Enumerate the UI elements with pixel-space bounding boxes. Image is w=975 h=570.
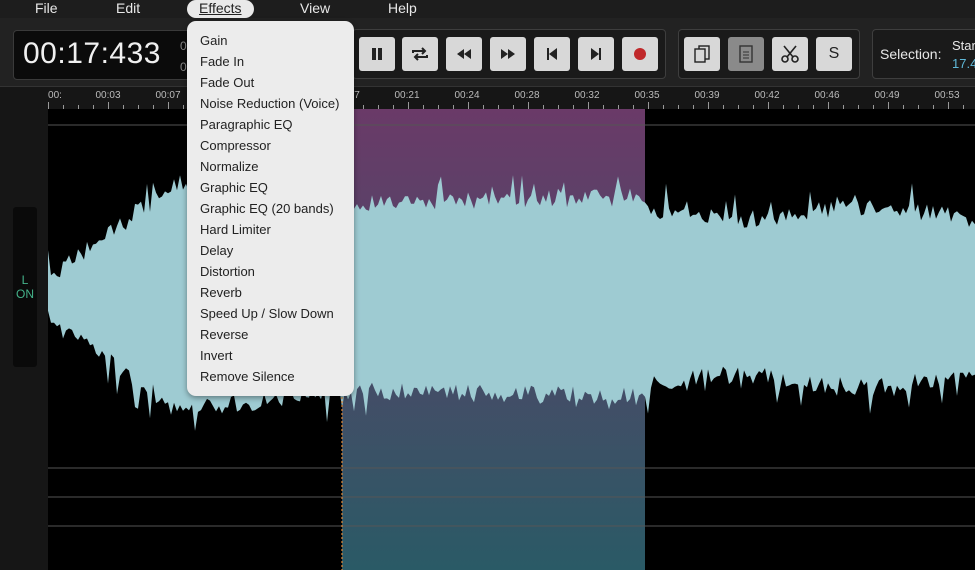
pause-icon — [372, 48, 382, 60]
effects-dropdown: Gain Fade In Fade Out Noise Reduction (V… — [187, 21, 354, 396]
ruler-tick — [648, 102, 649, 109]
ruler-tick-label: 7 — [354, 90, 360, 101]
ruler-tick-label: 00:42 — [754, 90, 780, 101]
record-button[interactable] — [622, 37, 658, 71]
rewind-button[interactable] — [446, 37, 482, 71]
ruler-tick — [948, 102, 949, 109]
ruler-tick-label: 00:07 — [155, 90, 181, 101]
loop-button[interactable] — [402, 37, 438, 71]
menu-view[interactable]: View — [300, 0, 330, 18]
current-time: 00:17:433 — [23, 37, 161, 70]
cut-button[interactable] — [772, 37, 808, 71]
ruler-tick-label: 00:53 — [934, 90, 960, 101]
effect-paragraphic-eq[interactable]: Paragraphic EQ — [200, 117, 293, 132]
effect-noise-reduction[interactable]: Noise Reduction (Voice) — [200, 96, 339, 111]
time-display: 00:17:433 0 0 — [13, 30, 193, 80]
effect-graphic-eq[interactable]: Graphic EQ — [200, 180, 268, 195]
ruler-tick — [528, 102, 529, 109]
effect-compressor[interactable]: Compressor — [200, 138, 271, 153]
paste-icon — [739, 45, 753, 63]
ruler-tick-label: 00:03 — [95, 90, 121, 101]
effect-delay[interactable]: Delay — [200, 243, 233, 258]
ruler-tick — [48, 102, 49, 109]
ruler-tick-label: 00: — [48, 90, 62, 101]
menu-effects[interactable]: Effects — [187, 0, 254, 18]
select-button[interactable]: S — [816, 37, 852, 71]
ruler-tick — [408, 102, 409, 109]
ruler-tick-label: 00:24 — [454, 90, 480, 101]
copy-button[interactable] — [684, 37, 720, 71]
skip-end-icon — [591, 48, 601, 60]
channel-state: ON — [16, 287, 34, 301]
rewind-icon — [457, 49, 471, 59]
fast-forward-button[interactable] — [490, 37, 526, 71]
channel-toggle[interactable]: L ON — [13, 207, 37, 367]
effect-normalize[interactable]: Normalize — [200, 159, 259, 174]
toolbar: 00:17:433 0 0 S Selection: Star 17.4 — [0, 18, 975, 87]
fast-forward-icon — [501, 49, 515, 59]
skip-to-start-button[interactable] — [534, 37, 570, 71]
effect-reverse[interactable]: Reverse — [200, 327, 248, 342]
ruler-tick-label: 00:46 — [814, 90, 840, 101]
scissors-icon — [781, 45, 799, 63]
menu-edit[interactable]: Edit — [116, 0, 140, 18]
skip-start-icon — [547, 48, 557, 60]
select-button-label: S — [828, 45, 840, 62]
selection-start-label: Star — [952, 38, 975, 53]
menu-file[interactable]: File — [35, 0, 58, 18]
effect-fade-out[interactable]: Fade Out — [200, 75, 254, 90]
effect-gain[interactable]: Gain — [200, 33, 227, 48]
selection-start-value[interactable]: 17.4 — [952, 56, 975, 71]
selection-label: Selection: — [880, 46, 942, 62]
effect-graphic-eq-20[interactable]: Graphic EQ (20 bands) — [200, 201, 334, 216]
skip-to-end-button[interactable] — [578, 37, 614, 71]
ruler-tick-label: 00:32 — [574, 90, 600, 101]
channel-name: L — [21, 273, 29, 287]
effect-speed[interactable]: Speed Up / Slow Down — [200, 306, 334, 321]
ruler-tick-label: 00:21 — [394, 90, 420, 101]
ruler-tick — [888, 102, 889, 109]
record-icon — [634, 48, 646, 60]
ruler-tick — [588, 102, 589, 109]
edit-controls: S — [678, 29, 860, 79]
menu-bar: File Edit Effects View Help — [0, 0, 975, 18]
loop-icon — [412, 47, 428, 61]
effect-remove-silence[interactable]: Remove Silence — [200, 369, 295, 384]
ruler-tick — [768, 102, 769, 109]
menu-help[interactable]: Help — [388, 0, 417, 18]
effect-distortion[interactable]: Distortion — [200, 264, 255, 279]
transport-controls — [352, 29, 666, 79]
selection-info: Selection: Star 17.4 — [872, 29, 975, 79]
pause-button[interactable] — [359, 37, 395, 71]
effect-invert[interactable]: Invert — [200, 348, 233, 363]
ruler-tick — [468, 102, 469, 109]
ruler-tick-label: 00:35 — [634, 90, 660, 101]
time-side-top: 0 — [180, 39, 187, 53]
ruler-tick-label: 00:49 — [874, 90, 900, 101]
effect-hard-limiter[interactable]: Hard Limiter — [200, 222, 271, 237]
paste-button[interactable] — [728, 37, 764, 71]
ruler-tick — [168, 102, 169, 109]
time-side-bottom: 0 — [180, 60, 187, 74]
ruler-tick — [828, 102, 829, 109]
ruler-tick-label: 00:39 — [694, 90, 720, 101]
effect-fade-in[interactable]: Fade In — [200, 54, 244, 69]
channel-strip: L ON — [0, 87, 48, 570]
copy-icon — [694, 45, 710, 63]
effect-reverb[interactable]: Reverb — [200, 285, 242, 300]
ruler-tick-label: 00:28 — [514, 90, 540, 101]
ruler-tick — [708, 102, 709, 109]
ruler-tick — [108, 102, 109, 109]
